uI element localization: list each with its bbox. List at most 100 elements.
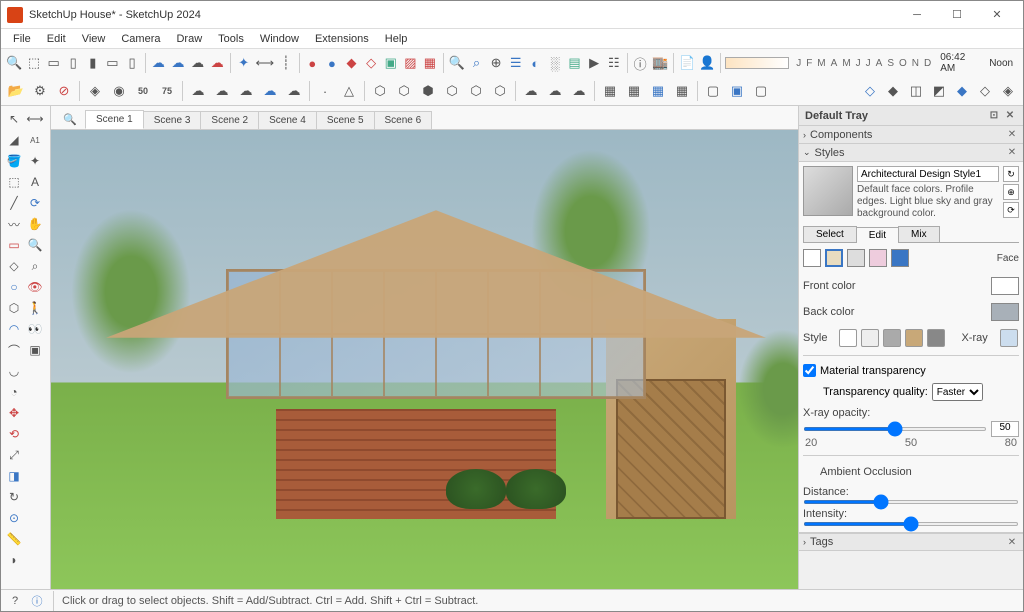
- menu-edit[interactable]: Edit: [39, 31, 74, 47]
- animation-icon[interactable]: ▶: [585, 52, 603, 74]
- style-thumbnail[interactable]: [803, 166, 853, 216]
- front-color-swatch[interactable]: [991, 277, 1019, 295]
- look-tool-icon[interactable]: 👀: [25, 319, 45, 339]
- month-j3[interactable]: J: [864, 58, 873, 69]
- menu-window[interactable]: Window: [252, 31, 307, 47]
- followme-tool-icon[interactable]: ↻: [4, 487, 24, 507]
- move-tool-icon[interactable]: ✥: [4, 403, 24, 423]
- scene-tab-6[interactable]: Scene 6: [374, 111, 433, 129]
- scene-tab-3[interactable]: Scene 3: [143, 111, 202, 129]
- box-1-icon[interactable]: ▢: [702, 80, 724, 102]
- styles-icon[interactable]: ▤: [566, 52, 584, 74]
- menu-camera[interactable]: Camera: [113, 31, 168, 47]
- walk-tool-icon[interactable]: 🚶: [25, 298, 45, 318]
- fog-icon[interactable]: ░: [546, 52, 564, 74]
- section-cut-icon[interactable]: ▨: [402, 52, 420, 74]
- solid-2-icon[interactable]: ◇: [974, 80, 996, 102]
- ao-distance-slider[interactable]: [803, 500, 1019, 504]
- menu-help[interactable]: Help: [377, 31, 416, 47]
- cloud-stop-icon[interactable]: ☁: [208, 52, 226, 74]
- help-status-icon[interactable]: ?: [7, 593, 23, 609]
- left-view-icon[interactable]: ▯: [123, 52, 141, 74]
- scene-search-icon[interactable]: 🔍: [55, 109, 85, 129]
- zoom-extents-icon[interactable]: 🔍: [5, 52, 23, 74]
- components-close-icon[interactable]: ✕: [1005, 128, 1019, 142]
- hex-3-icon[interactable]: ⬢: [417, 80, 439, 102]
- fov-icon[interactable]: ◉: [108, 80, 130, 102]
- circle-tool-icon[interactable]: ○: [4, 277, 24, 297]
- rotate-tool-icon[interactable]: ⟲: [4, 424, 24, 444]
- pushpull-tool-icon[interactable]: ◨: [4, 466, 24, 486]
- rectangle-tool-icon[interactable]: ▭: [4, 235, 24, 255]
- zoom-icon[interactable]: 🔍: [448, 52, 466, 74]
- monochrome-mode-icon[interactable]: [927, 329, 945, 347]
- 3pt-arc-tool-icon[interactable]: ◡: [4, 361, 24, 381]
- material-transparency-checkbox[interactable]: [803, 364, 816, 377]
- target-icon[interactable]: ⊕: [487, 52, 505, 74]
- face-settings-icon[interactable]: [825, 249, 843, 267]
- box-3-icon[interactable]: ▢: [750, 80, 772, 102]
- scene-tab-5[interactable]: Scene 5: [316, 111, 375, 129]
- month-o[interactable]: O: [897, 58, 909, 69]
- grid-3-icon[interactable]: ▦: [647, 80, 669, 102]
- wire-red-icon[interactable]: ◇: [362, 52, 380, 74]
- diamond-1-icon[interactable]: ◇: [859, 80, 881, 102]
- ao-intensity-slider[interactable]: [803, 522, 1019, 526]
- style-refresh-icon[interactable]: ⟳: [1003, 202, 1019, 218]
- outliner-icon[interactable]: ☷: [605, 52, 623, 74]
- dimension-tool-icon[interactable]: ⟷: [25, 109, 45, 129]
- month-s[interactable]: S: [885, 58, 896, 69]
- zoom-window-icon[interactable]: ⌕: [468, 52, 486, 74]
- hex-4-icon[interactable]: ⬡: [441, 80, 463, 102]
- scale-tool-icon[interactable]: ⤢: [4, 445, 24, 465]
- user-icon[interactable]: 👤: [698, 52, 716, 74]
- textured-mode-icon[interactable]: [905, 329, 923, 347]
- month-j[interactable]: J: [794, 58, 803, 69]
- menu-view[interactable]: View: [74, 31, 114, 47]
- guide-icon[interactable]: ┊: [277, 52, 295, 74]
- circle-red-icon[interactable]: ●: [303, 52, 321, 74]
- style-update-icon[interactable]: ↻: [1003, 166, 1019, 182]
- transparency-quality-select[interactable]: Faster: [932, 383, 983, 401]
- xray-opacity-slider[interactable]: [803, 427, 987, 431]
- hex-5-icon[interactable]: ⬡: [465, 80, 487, 102]
- maximize-button[interactable]: ☐: [937, 1, 977, 29]
- front-view-icon[interactable]: ▯: [64, 52, 82, 74]
- hex-2-icon[interactable]: ⬡: [393, 80, 415, 102]
- section-fill-icon[interactable]: ▦: [421, 52, 439, 74]
- style-name-input[interactable]: [857, 166, 999, 182]
- menu-draw[interactable]: Draw: [168, 31, 210, 47]
- cube-1-icon[interactable]: ◫: [905, 80, 927, 102]
- layers-icon[interactable]: ☰: [507, 52, 525, 74]
- paint-tool-icon[interactable]: 🪣: [4, 151, 24, 171]
- pie-tool-icon[interactable]: ◔: [4, 382, 24, 402]
- model-info-icon[interactable]: ⓘ: [631, 52, 649, 74]
- month-m[interactable]: M: [815, 58, 827, 69]
- cancel-icon[interactable]: ⊘: [53, 80, 75, 102]
- tray-pin-icon[interactable]: ⊡: [987, 109, 1001, 123]
- watermark-settings-icon[interactable]: [869, 249, 887, 267]
- month-d[interactable]: D: [922, 58, 933, 69]
- cloud-5-icon[interactable]: ☁: [283, 80, 305, 102]
- back-color-swatch[interactable]: [991, 303, 1019, 321]
- freehand-tool-icon[interactable]: 〰: [4, 214, 24, 234]
- cloud-3-icon[interactable]: ☁: [235, 80, 257, 102]
- solid-3-icon[interactable]: ◈: [997, 80, 1019, 102]
- triangle-icon[interactable]: △: [338, 80, 360, 102]
- section-tool-icon[interactable]: ▣: [25, 340, 45, 360]
- 3d-viewport[interactable]: [51, 130, 798, 589]
- close-button[interactable]: ✕: [977, 1, 1017, 29]
- grid-1-icon[interactable]: ▦: [599, 80, 621, 102]
- cloud-upload-icon[interactable]: ☁: [150, 52, 168, 74]
- text-tool-icon[interactable]: A1: [25, 130, 45, 150]
- style-tab-edit[interactable]: Edit: [856, 227, 899, 243]
- menu-extensions[interactable]: Extensions: [307, 31, 377, 47]
- pan-tool-icon[interactable]: ✋: [25, 214, 45, 234]
- minimize-button[interactable]: ─: [897, 1, 937, 29]
- zoom-ext-tool-icon[interactable]: ⌕: [25, 256, 45, 276]
- month-a2[interactable]: A: [874, 58, 885, 69]
- polygon-tool-icon[interactable]: ⬡: [4, 298, 24, 318]
- month-a[interactable]: A: [829, 58, 840, 69]
- shadow-icon[interactable]: ◐: [527, 52, 545, 74]
- tray-close-icon[interactable]: ✕: [1003, 109, 1017, 123]
